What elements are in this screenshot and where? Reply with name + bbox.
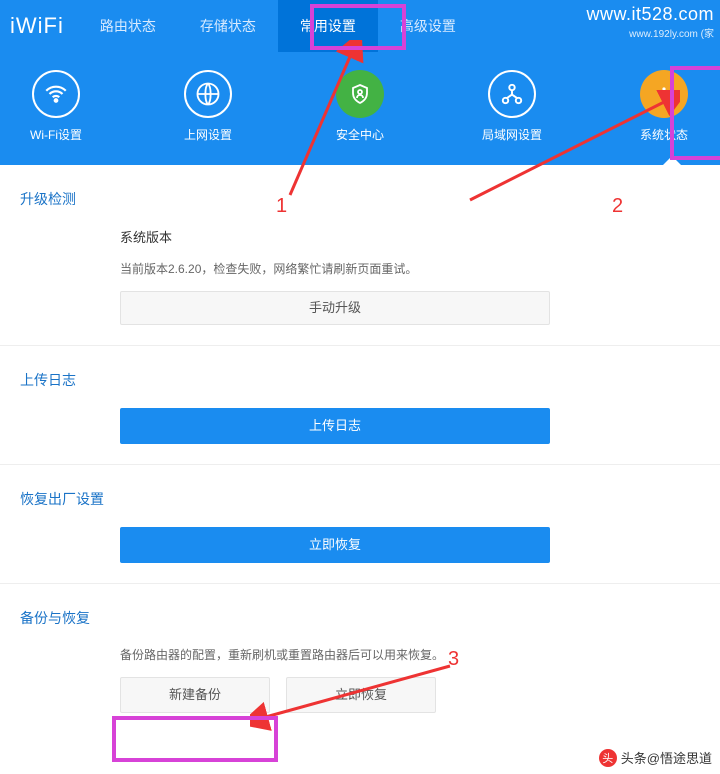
new-backup-button[interactable]: 新建备份	[120, 677, 270, 713]
tab-router-status[interactable]: 路由状态	[78, 0, 178, 52]
attribution: 头 头条@悟途思道	[599, 748, 712, 767]
wifi-icon	[32, 70, 80, 118]
attribution-icon: 头	[599, 749, 617, 767]
attribution-text: 头条@悟途思道	[621, 748, 712, 767]
section-title: 备份与恢复	[20, 608, 700, 628]
section-upgrade: 升级检测 系统版本 当前版本2.6.20，检查失败，网络繁忙请刷新页面重试。 手…	[0, 165, 720, 346]
cell-wifi-settings[interactable]: Wi-Fi设置	[10, 70, 102, 143]
section-factory-reset: 恢复出厂设置 立即恢复	[0, 465, 720, 584]
section-backup-restore: 备份与恢复 备份路由器的配置，重新刷机或重置路由器后可以用来恢复。 新建备份 立…	[0, 584, 720, 733]
globe-icon	[184, 70, 232, 118]
cell-label: Wi-Fi设置	[30, 126, 82, 143]
cell-security-center[interactable]: 安全中心	[314, 70, 406, 143]
watermark-sub: www.192ly.com (家	[586, 25, 714, 40]
tab-storage-status[interactable]: 存储状态	[178, 0, 278, 52]
shield-icon	[336, 70, 384, 118]
section-title: 恢复出厂设置	[20, 489, 700, 509]
icon-row: Wi-Fi设置 上网设置 安全中心 局域网设置 系统状态	[0, 52, 720, 165]
active-pointer	[662, 156, 682, 166]
factory-restore-button[interactable]: 立即恢复	[120, 527, 550, 563]
topbar: iWiFi 路由状态 存储状态 常用设置 高级设置 www.it528.com …	[0, 0, 720, 52]
section-title: 上传日志	[20, 370, 700, 390]
backup-restore-button[interactable]: 立即恢复	[286, 677, 436, 713]
version-label: 系统版本	[120, 227, 640, 246]
manual-upgrade-button[interactable]: 手动升级	[120, 291, 550, 325]
section-upload-log: 上传日志 上传日志	[0, 346, 720, 465]
cell-label: 局域网设置	[482, 126, 542, 143]
watermark: www.it528.com www.192ly.com (家	[586, 4, 714, 40]
logo: iWiFi	[0, 13, 78, 39]
info-icon	[640, 70, 688, 118]
cell-label: 系统状态	[640, 126, 688, 143]
section-title: 升级检测	[20, 189, 700, 209]
tab-advanced-settings[interactable]: 高级设置	[378, 0, 478, 52]
content: 升级检测 系统版本 当前版本2.6.20，检查失败，网络繁忙请刷新页面重试。 手…	[0, 165, 720, 773]
watermark-url: www.it528.com	[586, 4, 714, 25]
lan-icon	[488, 70, 536, 118]
upload-log-button[interactable]: 上传日志	[120, 408, 550, 444]
cell-system-status[interactable]: 系统状态	[618, 70, 710, 143]
cell-lan-settings[interactable]: 局域网设置	[466, 70, 558, 143]
header: iWiFi 路由状态 存储状态 常用设置 高级设置 www.it528.com …	[0, 0, 720, 165]
backup-desc: 备份路由器的配置，重新刷机或重置路由器后可以用来恢复。	[120, 646, 640, 665]
cell-internet-settings[interactable]: 上网设置	[162, 70, 254, 143]
version-text: 当前版本2.6.20，检查失败，网络繁忙请刷新页面重试。	[120, 260, 640, 279]
cell-label: 上网设置	[184, 126, 232, 143]
tab-common-settings[interactable]: 常用设置	[278, 0, 378, 52]
cell-label: 安全中心	[336, 126, 384, 143]
